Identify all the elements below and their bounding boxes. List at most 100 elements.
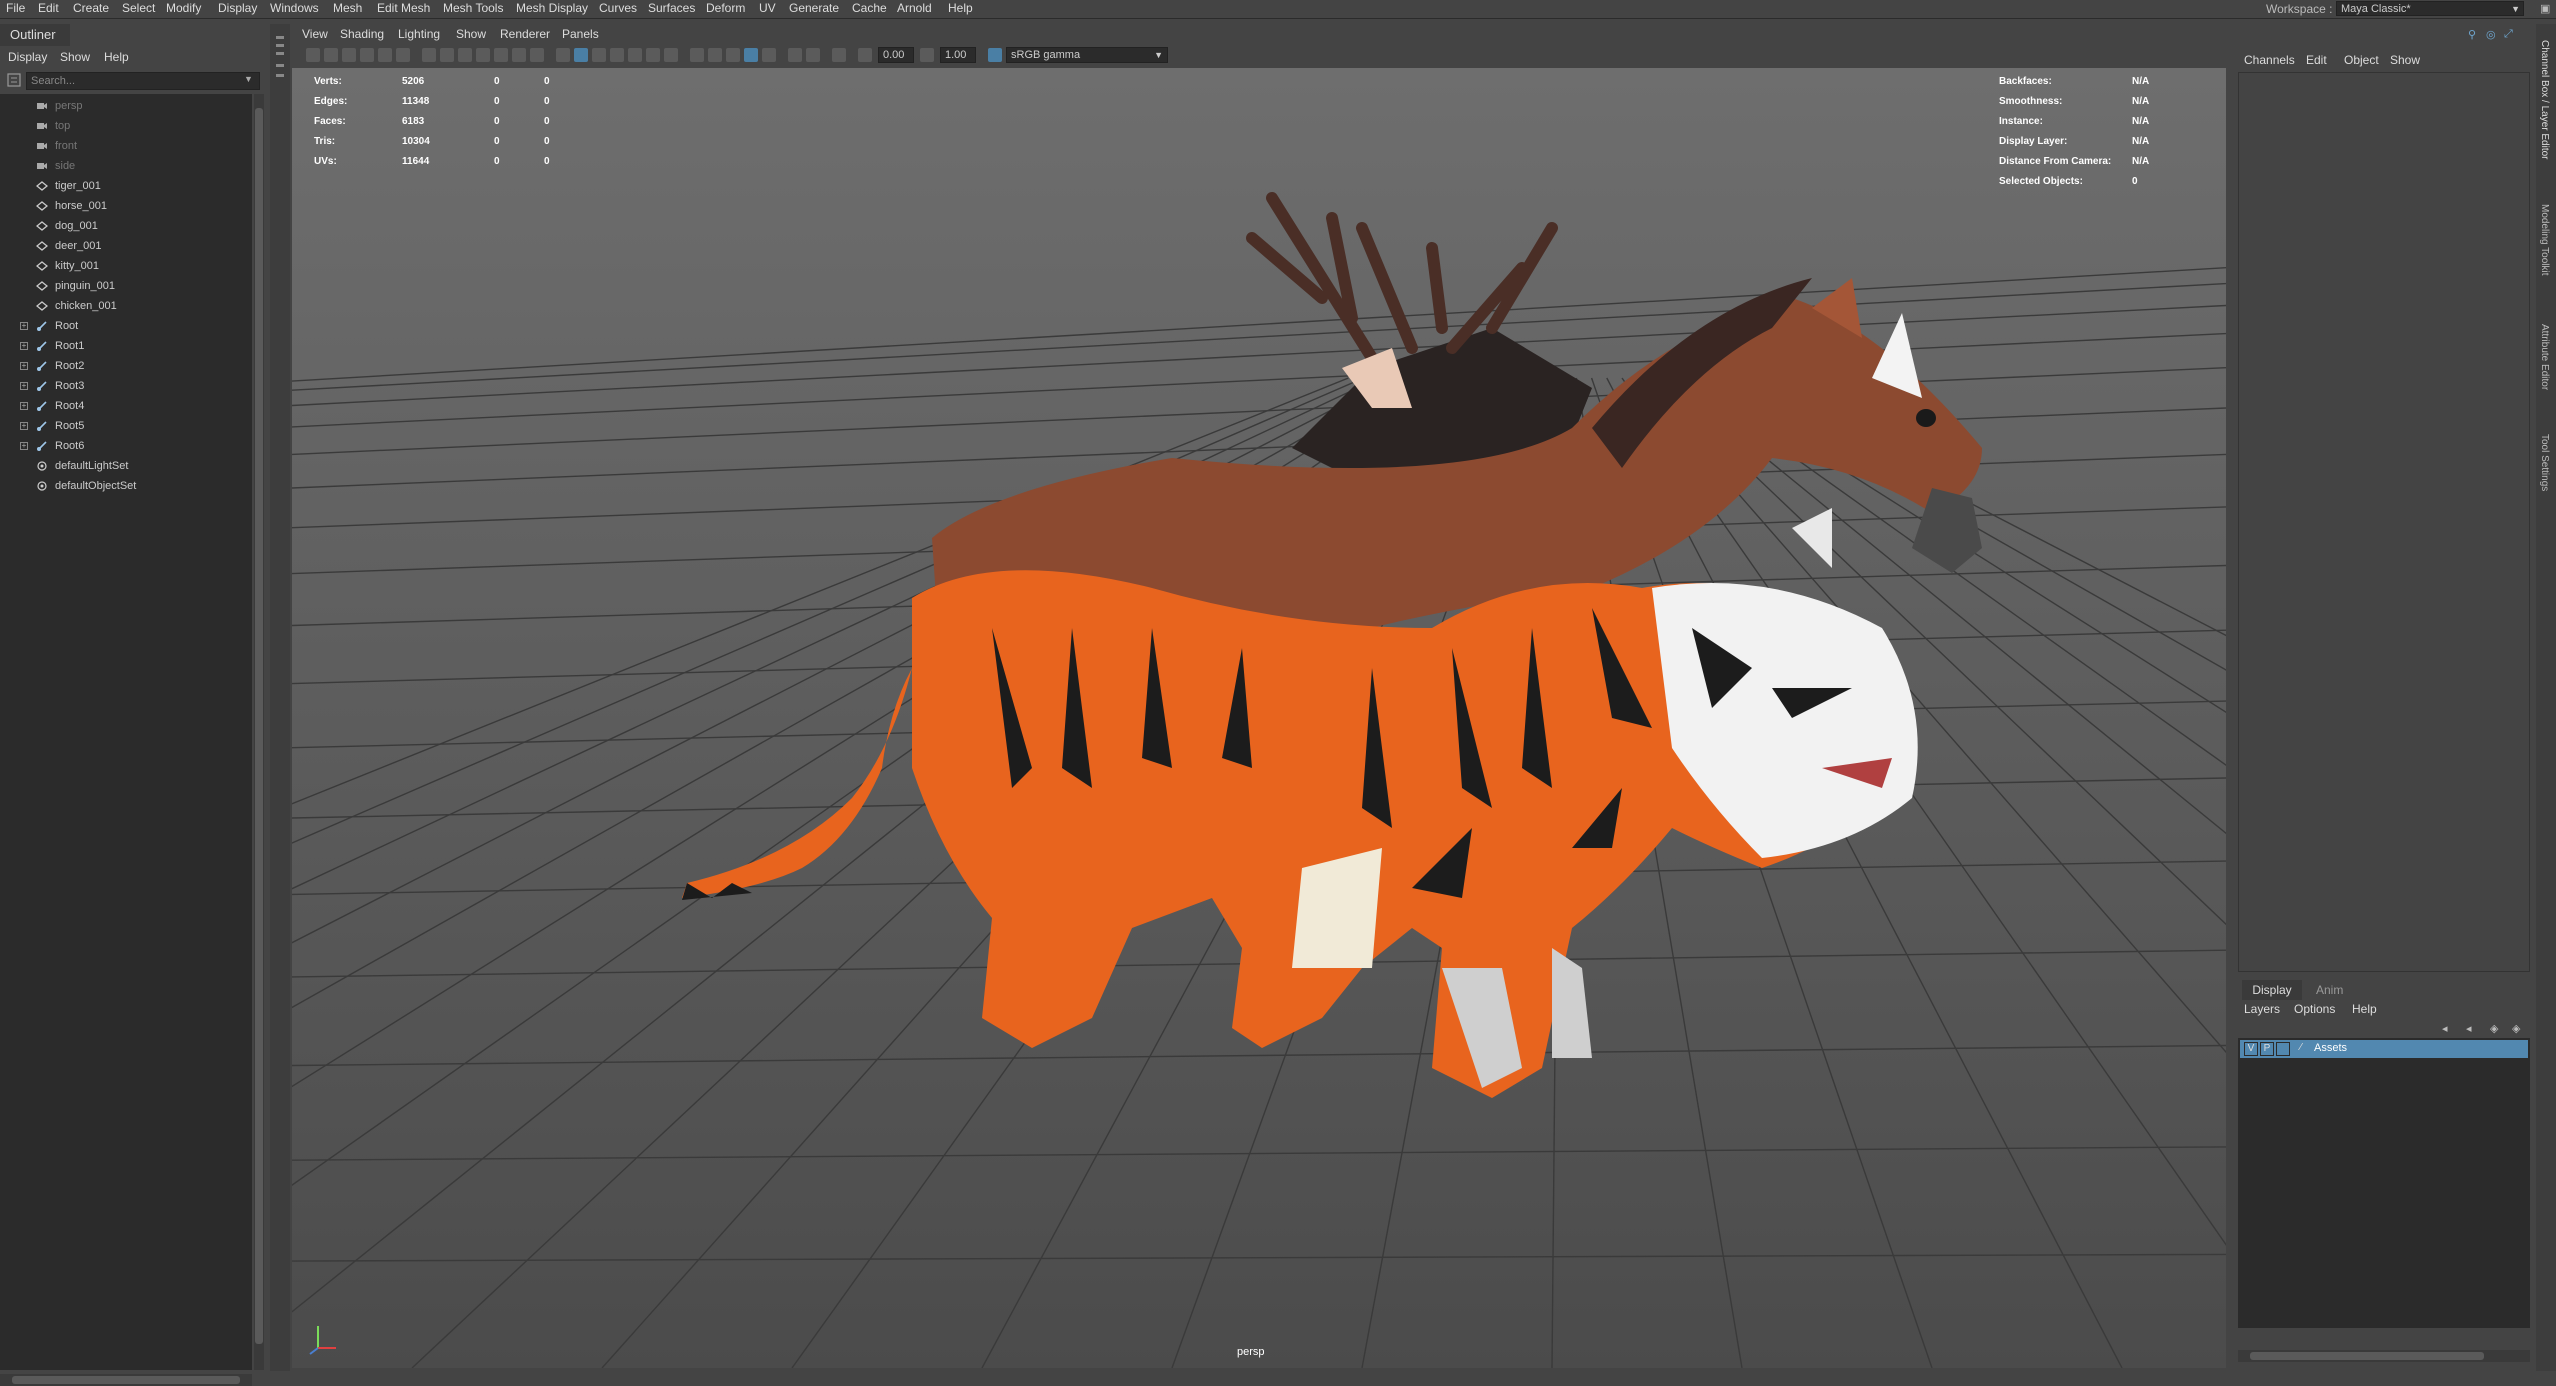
layer-color-icon[interactable]: ⁄ <box>2294 1042 2308 1056</box>
layer-menu-options[interactable]: Options <box>2294 1002 2335 1016</box>
select-camera-icon[interactable] <box>306 48 320 62</box>
outliner-item[interactable]: dog_001 <box>0 216 252 236</box>
wireframe-on-shaded-icon[interactable] <box>610 48 624 62</box>
3d-viewport[interactable]: Verts: 5206 0 0 Edges: 11348 0 0 Faces: 6183 0 0 Tri… <box>292 68 2226 1368</box>
menu-create[interactable]: Create <box>73 1 109 15</box>
tab-channel-box-layer-editor[interactable]: Channel Box / Layer Editor <box>2539 40 2550 160</box>
layer-display-type-toggle[interactable] <box>2276 1042 2290 1056</box>
menu-edit-mesh[interactable]: Edit Mesh <box>377 1 430 15</box>
outliner-item[interactable]: front <box>0 136 252 156</box>
workspace-select[interactable]: Maya Classic* ▼ <box>2336 1 2524 16</box>
outliner-item[interactable]: defaultObjectSet <box>0 476 252 496</box>
depth-of-field-icon[interactable] <box>744 48 758 62</box>
layer-playback-toggle[interactable]: P <box>2260 1042 2274 1056</box>
tab-anim[interactable]: Anim <box>2316 983 2343 997</box>
grid-icon[interactable] <box>422 48 436 62</box>
safe-action-icon[interactable] <box>512 48 526 62</box>
channel-box-menu-object[interactable]: Object <box>2344 53 2379 67</box>
menu-surfaces[interactable]: Surfaces <box>648 1 695 15</box>
smooth-shade-icon[interactable] <box>574 48 588 62</box>
camera-attributes-icon[interactable] <box>324 48 338 62</box>
menu-uv[interactable]: UV <box>759 1 776 15</box>
scroll-thumb[interactable] <box>12 1376 240 1384</box>
xray-icon[interactable] <box>762 48 776 62</box>
screen-space-ao-icon[interactable] <box>690 48 704 62</box>
gamma-field[interactable]: 1.00 <box>940 47 976 63</box>
outliner-item[interactable]: + Root5 <box>0 416 252 436</box>
expand-icon[interactable]: + <box>20 422 28 430</box>
multisample-aa-icon[interactable] <box>726 48 740 62</box>
outliner-item[interactable]: top <box>0 116 252 136</box>
viewport-menu-lighting[interactable]: Lighting <box>398 27 440 41</box>
image-plane-icon[interactable] <box>360 48 374 62</box>
menu-modify[interactable]: Modify <box>166 1 201 15</box>
menu-select[interactable]: Select <box>122 1 155 15</box>
isolate-select-icon[interactable] <box>832 48 846 62</box>
tab-attribute-editor[interactable]: Attribute Editor <box>2539 324 2550 390</box>
shadows-icon[interactable] <box>664 48 678 62</box>
outliner-item[interactable]: + Root3 <box>0 376 252 396</box>
grease-pencil-icon[interactable] <box>396 48 410 62</box>
menu-mesh-display[interactable]: Mesh Display <box>516 1 588 15</box>
outliner-item[interactable]: + Root4 <box>0 396 252 416</box>
layer-row[interactable]: V P ⁄ Assets <box>2240 1040 2528 1058</box>
color-management-icon[interactable] <box>988 48 1002 62</box>
outliner-item[interactable]: pinguin_001 <box>0 276 252 296</box>
pin-icon[interactable]: ⚲ <box>2468 28 2476 41</box>
chevron-down-icon[interactable]: ▼ <box>244 74 253 84</box>
scroll-thumb[interactable] <box>255 108 263 1344</box>
lock-icon[interactable]: ▣ <box>2540 2 2550 15</box>
channel-box-menu-channels[interactable]: Channels <box>2244 53 2295 67</box>
menu-curves[interactable]: Curves <box>599 1 637 15</box>
layer-menu-layers[interactable]: Layers <box>2244 1002 2280 1016</box>
menu-edit[interactable]: Edit <box>38 1 59 15</box>
expand-icon[interactable]: + <box>20 382 28 390</box>
scroll-thumb[interactable] <box>2250 1352 2484 1360</box>
viewport-menu-panels[interactable]: Panels <box>562 27 599 41</box>
tab-display[interactable]: Display <box>2242 980 2302 1000</box>
outliner-item[interactable]: defaultLightSet <box>0 456 252 476</box>
new-layer-icon[interactable]: ◈ <box>2490 1022 2498 1035</box>
float-icon[interactable]: ⤢ <box>2504 28 2513 41</box>
expand-icon[interactable]: + <box>20 442 28 450</box>
layer-editor-horizontal-scrollbar[interactable] <box>2238 1350 2530 1362</box>
tab-tool-settings[interactable]: Tool Settings <box>2539 434 2550 491</box>
outliner-search-input[interactable]: Search... <box>26 72 260 90</box>
outliner-item[interactable]: deer_001 <box>0 236 252 256</box>
default-material-icon[interactable] <box>592 48 606 62</box>
filter-icon[interactable] <box>6 72 22 88</box>
resolution-gate-icon[interactable] <box>458 48 472 62</box>
menu-arnold[interactable]: Arnold <box>897 1 932 15</box>
menu-display[interactable]: Display <box>218 1 257 15</box>
expand-icon[interactable]: + <box>20 362 28 370</box>
outliner-item[interactable]: side <box>0 156 252 176</box>
layer-visibility-toggle[interactable]: V <box>2244 1042 2258 1056</box>
menu-cache[interactable]: Cache <box>852 1 887 15</box>
outliner-menu-help[interactable]: Help <box>104 50 129 64</box>
exposure-field[interactable]: 0.00 <box>878 47 914 63</box>
menu-mesh-tools[interactable]: Mesh Tools <box>443 1 503 15</box>
outliner-item[interactable]: horse_001 <box>0 196 252 216</box>
expand-icon[interactable]: + <box>20 402 28 410</box>
expand-icon[interactable]: + <box>20 342 28 350</box>
move-layer-down-icon[interactable]: ◂ <box>2466 1022 2472 1035</box>
bookmark-icon[interactable] <box>342 48 356 62</box>
film-gate-icon[interactable] <box>440 48 454 62</box>
color-space-select[interactable]: sRGB gamma ▼ <box>1006 47 1168 63</box>
outliner-horizontal-scrollbar[interactable] <box>0 1374 252 1386</box>
safe-title-icon[interactable] <box>530 48 544 62</box>
outliner-menu-show[interactable]: Show <box>60 50 90 64</box>
layer-menu-help[interactable]: Help <box>2352 1002 2377 1016</box>
tab-modeling-toolkit[interactable]: Modeling Toolkit <box>2539 204 2550 276</box>
xray-components-icon[interactable] <box>806 48 820 62</box>
menu-deform[interactable]: Deform <box>706 1 745 15</box>
field-chart-icon[interactable] <box>494 48 508 62</box>
outliner-menu-display[interactable]: Display <box>8 50 47 64</box>
wireframe-icon[interactable] <box>556 48 570 62</box>
gamma-icon[interactable] <box>920 48 934 62</box>
channel-box-menu-edit[interactable]: Edit <box>2306 53 2327 67</box>
outliner-tab[interactable]: Outliner <box>0 24 70 46</box>
menu-generate[interactable]: Generate <box>789 1 839 15</box>
outliner-item[interactable]: tiger_001 <box>0 176 252 196</box>
move-layer-up-icon[interactable]: ◂ <box>2442 1022 2448 1035</box>
